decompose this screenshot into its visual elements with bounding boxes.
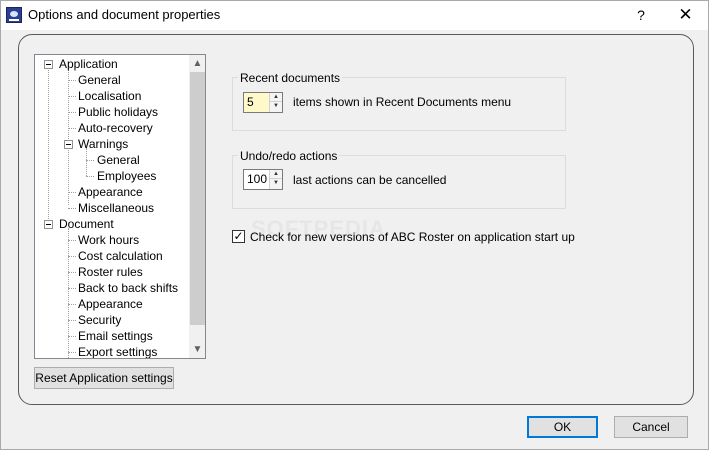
app-icon [6, 7, 22, 23]
tree-connector [68, 208, 76, 209]
tree-item-export-settings[interactable]: Export settings [78, 344, 157, 358]
tree-connector [68, 256, 76, 257]
tree-item-cost-calculation[interactable]: Cost calculation [78, 248, 163, 264]
title-bar: Options and document properties ? ✕ [1, 1, 708, 30]
tree-item-appearance[interactable]: Appearance [78, 184, 143, 200]
tree-item-work-hours[interactable]: Work hours [78, 232, 139, 248]
tree-connector [86, 160, 94, 161]
tree-connector [68, 68, 69, 205]
scroll-thumb[interactable] [190, 72, 205, 325]
recent-documents-description: items shown in Recent Documents menu [293, 95, 512, 109]
tree-item-localisation[interactable]: Localisation [78, 88, 141, 104]
cancel-button[interactable]: Cancel [614, 416, 688, 438]
tree-item-warnings-general[interactable]: General [97, 152, 140, 168]
tree-connector [68, 80, 76, 81]
tree-connector [68, 352, 76, 353]
tree-item-auto-recovery[interactable]: Auto-recovery [78, 120, 153, 136]
tree-item-email-settings[interactable]: Email settings [78, 328, 153, 344]
reset-application-settings-button[interactable]: Reset Application settings [34, 367, 174, 389]
tree-item-warnings[interactable]: Warnings [78, 136, 128, 152]
recent-documents-value[interactable]: 5 [244, 93, 269, 112]
help-button[interactable]: ? [621, 1, 661, 30]
spin-up-icon[interactable]: ▲ [270, 170, 282, 179]
tree-connector [86, 176, 94, 177]
tree-item-document-appearance[interactable]: Appearance [78, 296, 143, 312]
window-title: Options and document properties [28, 7, 221, 22]
tree-connector [68, 192, 76, 193]
tree-item-application[interactable]: Application [59, 56, 118, 72]
tree-connector [68, 272, 76, 273]
recent-documents-label: Recent documents [238, 71, 343, 85]
check-updates-label[interactable]: Check for new versions of ABC Roster on … [250, 230, 575, 244]
spin-down-icon[interactable]: ▼ [270, 179, 282, 188]
spin-up-icon[interactable]: ▲ [270, 93, 282, 102]
recent-documents-spinner[interactable]: 5 ▲ ▼ [243, 92, 283, 113]
undo-redo-description: last actions can be cancelled [293, 173, 447, 187]
tree-item-public-holidays[interactable]: Public holidays [78, 104, 158, 120]
scroll-down-icon[interactable]: ▼ [189, 341, 205, 358]
spinner-buttons[interactable]: ▲ ▼ [269, 170, 282, 189]
undo-redo-spinner[interactable]: 100 ▲ ▼ [243, 169, 283, 190]
collapse-icon[interactable] [44, 60, 53, 69]
tree-connector [68, 128, 76, 129]
options-tree[interactable]: Application General Localisation Public … [34, 54, 206, 359]
undo-redo-label: Undo/redo actions [238, 149, 340, 163]
tree-item-security[interactable]: Security [78, 312, 121, 328]
tree-connector [68, 112, 76, 113]
spin-down-icon[interactable]: ▼ [270, 102, 282, 111]
close-button[interactable]: ✕ [663, 1, 708, 30]
spinner-buttons[interactable]: ▲ ▼ [269, 93, 282, 112]
tree-connector [68, 336, 76, 337]
options-dialog: Options and document properties ? ✕ SOFT… [0, 0, 709, 450]
undo-redo-value[interactable]: 100 [244, 170, 270, 189]
tree-connector [86, 148, 87, 176]
tree-item-miscellaneous[interactable]: Miscellaneous [78, 200, 154, 216]
tree-item-general[interactable]: General [78, 72, 121, 88]
tree-item-document[interactable]: Document [59, 216, 114, 232]
collapse-icon[interactable] [44, 220, 53, 229]
ok-button[interactable]: OK [527, 416, 598, 438]
tree-connector [68, 240, 76, 241]
tree-item-employees[interactable]: Employees [97, 168, 156, 184]
tree-connector [68, 288, 76, 289]
scroll-up-icon[interactable]: ▲ [189, 55, 205, 72]
tree-item-back-to-back-shifts[interactable]: Back to back shifts [78, 280, 178, 296]
tree-connector [68, 304, 76, 305]
tree-connector [68, 96, 76, 97]
tree-scrollbar[interactable]: ▲ ▼ [189, 55, 205, 358]
tree-item-roster-rules[interactable]: Roster rules [78, 264, 143, 280]
tree-connector [68, 320, 76, 321]
tree-connector [68, 228, 69, 358]
check-updates-checkbox[interactable]: ✓ [232, 230, 245, 243]
tree-connector [48, 68, 49, 223]
collapse-icon[interactable] [64, 140, 73, 149]
